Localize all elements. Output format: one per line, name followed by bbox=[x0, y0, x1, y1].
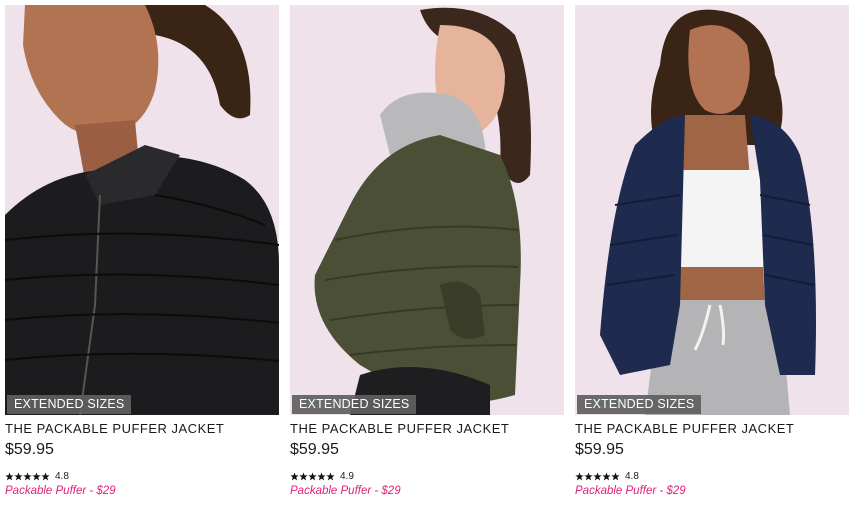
product-rating: 4.8 bbox=[5, 470, 69, 482]
star-icon bbox=[290, 471, 299, 480]
product-card[interactable]: EXTENDED SIZES THE PACKABLE PUFFER JACKE… bbox=[575, 5, 849, 505]
rating-value: 4.9 bbox=[340, 470, 354, 482]
product-name[interactable]: THE PACKABLE PUFFER JACKET bbox=[575, 421, 794, 436]
star-icon bbox=[41, 471, 50, 480]
rating-value: 4.8 bbox=[55, 470, 69, 482]
star-icon bbox=[23, 471, 32, 480]
product-price: $59.95 bbox=[290, 441, 339, 458]
product-grid: EXTENDED SIZES THE PACKABLE PUFFER JACKE… bbox=[5, 5, 850, 505]
star-icon bbox=[575, 471, 584, 480]
star-icon bbox=[593, 471, 602, 480]
product-card[interactable]: EXTENDED SIZES THE PACKABLE PUFFER JACKE… bbox=[5, 5, 279, 505]
star-icon bbox=[5, 471, 14, 480]
product-price: $59.95 bbox=[575, 441, 624, 458]
star-icon bbox=[611, 471, 620, 480]
rating-stars bbox=[290, 471, 335, 481]
product-image[interactable]: EXTENDED SIZES bbox=[5, 5, 279, 415]
star-icon bbox=[602, 471, 611, 480]
product-image[interactable]: EXTENDED SIZES bbox=[575, 5, 849, 415]
product-name[interactable]: THE PACKABLE PUFFER JACKET bbox=[290, 421, 509, 436]
promo-text[interactable]: Packable Puffer - $29 bbox=[575, 485, 686, 497]
product-rating: 4.9 bbox=[290, 470, 354, 482]
rating-value: 4.8 bbox=[625, 470, 639, 482]
star-icon bbox=[317, 471, 326, 480]
product-price: $59.95 bbox=[5, 441, 54, 458]
extended-sizes-badge: EXTENDED SIZES bbox=[292, 395, 417, 414]
rating-stars bbox=[575, 471, 620, 481]
extended-sizes-badge: EXTENDED SIZES bbox=[7, 395, 132, 414]
extended-sizes-badge: EXTENDED SIZES bbox=[577, 395, 702, 414]
star-icon bbox=[326, 471, 335, 480]
star-icon bbox=[308, 471, 317, 480]
product-card[interactable]: EXTENDED SIZES THE PACKABLE PUFFER JACKE… bbox=[290, 5, 564, 505]
promo-text[interactable]: Packable Puffer - $29 bbox=[290, 485, 401, 497]
product-photo-navy-puffer bbox=[575, 5, 849, 415]
product-rating: 4.8 bbox=[575, 470, 639, 482]
star-icon bbox=[584, 471, 593, 480]
product-name[interactable]: THE PACKABLE PUFFER JACKET bbox=[5, 421, 224, 436]
product-photo-olive-puffer bbox=[290, 5, 564, 415]
product-image[interactable]: EXTENDED SIZES bbox=[290, 5, 564, 415]
rating-stars bbox=[5, 471, 50, 481]
promo-text[interactable]: Packable Puffer - $29 bbox=[5, 485, 116, 497]
star-icon bbox=[32, 471, 41, 480]
product-photo-black-puffer bbox=[5, 5, 279, 415]
star-icon bbox=[299, 471, 308, 480]
star-icon bbox=[14, 471, 23, 480]
